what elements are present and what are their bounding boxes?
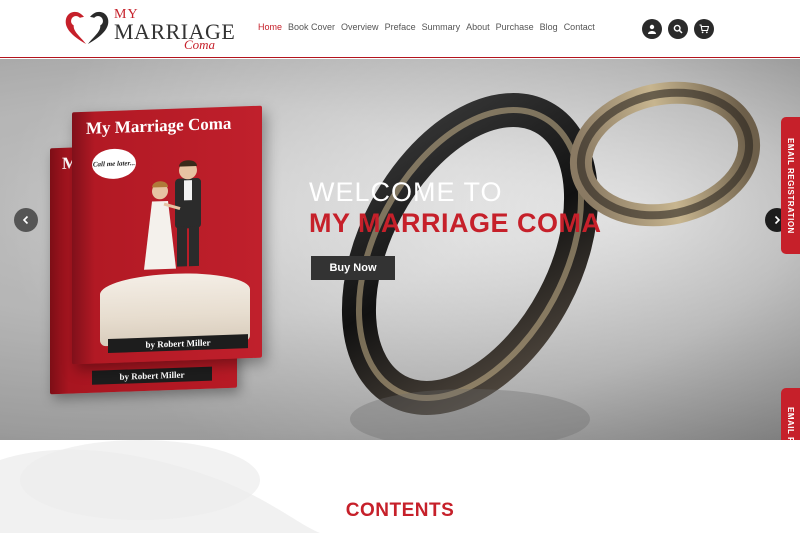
hero-welcome-text: WELCOME TO xyxy=(309,177,503,207)
email-registration-label: EMAIL REGISTRATION xyxy=(786,137,795,234)
nav-blog[interactable]: Blog xyxy=(540,22,558,32)
slider-prev-button[interactable] xyxy=(14,208,38,232)
book-cover-front: My Marriage Coma Call me later... by Rob… xyxy=(72,105,262,365)
header-icon-group xyxy=(642,19,714,39)
hero-title: MY MARRIAGE COMA xyxy=(309,208,602,238)
nav-about[interactable]: About xyxy=(466,22,490,32)
nav-summary[interactable]: Summary xyxy=(422,22,461,32)
email-registration-tab[interactable]: EMAIL REGISTRATION xyxy=(781,117,800,254)
logo-text-coma: Coma xyxy=(184,37,216,52)
logo-text-marriage: MARRIAGE xyxy=(114,19,236,44)
cart-icon[interactable] xyxy=(694,19,714,39)
nav-overview[interactable]: Overview xyxy=(341,22,379,32)
nav-purchase[interactable]: Purchase xyxy=(496,22,534,32)
nav-book-cover[interactable]: Book Cover xyxy=(288,22,335,32)
hero-slider: My Marriage Coma by Robert Miller My Mar… xyxy=(0,59,800,440)
user-icon[interactable] xyxy=(642,19,662,39)
nav-home[interactable]: Home xyxy=(258,22,282,32)
contents-heading: CONTENTS xyxy=(345,500,455,521)
book-back-author: by Robert Miller xyxy=(92,366,212,385)
search-icon[interactable] xyxy=(668,19,688,39)
nav-contact[interactable]: Contact xyxy=(564,22,595,32)
main-nav: Home Book Cover Overview Preface Summary… xyxy=(258,22,601,32)
chevron-left-icon xyxy=(22,215,29,225)
nav-preface[interactable]: Preface xyxy=(385,22,416,32)
buy-now-button[interactable]: Buy Now xyxy=(311,256,395,280)
site-logo[interactable]: MY MARRIAGE Coma xyxy=(62,6,236,52)
site-header: MY MARRIAGE Coma Home Book Cover Overvie… xyxy=(0,0,800,58)
contents-section: CONTENTS xyxy=(0,440,800,533)
logo-heart-icon xyxy=(65,11,109,44)
